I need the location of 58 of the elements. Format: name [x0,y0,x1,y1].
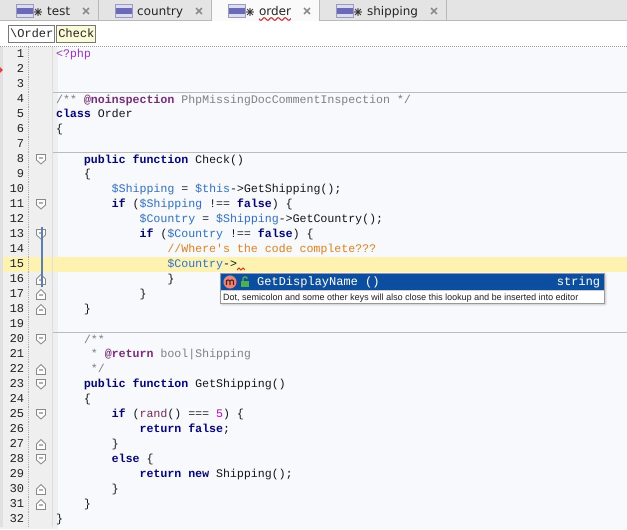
close-icon [430,6,438,14]
code-line: } [110,437,119,452]
code-line: */ [90,362,105,377]
code-line: } [166,272,174,287]
lock-icon [240,276,250,288]
php-file-icon [115,4,134,18]
file-tab[interactable]: shipping [320,0,447,21]
php-class-file-icon [16,4,43,18]
fold-start-icon[interactable] [36,199,46,210]
code-line: public function Check() [82,152,244,168]
code-line: return new Shipping(); [138,467,293,482]
file-tab[interactable]: order [212,0,320,21]
fold-end-icon[interactable] [36,484,46,495]
code-line: //Where's the code complete??? [166,242,376,257]
php-class-file-icon [336,4,363,18]
method-icon [223,275,237,289]
code-line: $Shipping = $this->GetShipping(); [110,182,342,197]
code-line: /** [82,332,105,348]
close-icon [82,6,90,14]
code-line: { [82,392,91,407]
close-icon [194,6,203,14]
file-tab[interactable]: test [0,0,100,21]
code-line: if (rand() === 5) { [110,407,244,422]
code-line: } [110,482,119,497]
close-icon [302,6,311,14]
code-line: * @return bool|Shipping [90,347,251,362]
code-line: $Country-> [166,257,237,272]
code-line: else { [110,452,154,467]
fold-end-icon[interactable] [36,439,46,450]
fold-start-icon[interactable] [36,334,46,345]
file-tab[interactable]: country [99,0,212,21]
fold-start-icon[interactable] [36,379,46,390]
code-line: $Country = $Shipping->GetCountry(); [138,212,384,227]
code-line: return false; [138,422,230,437]
lookup-hint: Dot, semicolon and some other keys will also close this lookup and be inserted into editor [221,290,604,303]
breadcrumb[interactable]: \Order [8,24,56,42]
code-line: } [82,302,91,317]
fold-end-icon[interactable] [36,289,46,300]
code-line: <?php [56,47,91,62]
fold-start-icon[interactable] [36,154,46,165]
breadcrumb[interactable]: Check [56,24,96,42]
fold-start-icon[interactable] [36,454,46,465]
fold-end-icon[interactable] [36,304,46,315]
fold-start-icon[interactable] [36,409,46,420]
code-line: { [56,122,63,137]
fold-end-icon[interactable] [36,364,46,375]
code-line: if ($Shipping !== false) { [110,197,293,212]
completion-item[interactable]: GetDisplayName () string [221,274,604,290]
code-line: } [56,512,63,527]
code-line: public function GetShipping() [82,377,286,392]
code-line: class Order [56,107,133,122]
fold-end-icon[interactable] [36,499,46,510]
code-line: { [82,167,91,182]
php-class-file-icon [228,4,255,18]
code-line: } [82,497,91,512]
code-line: } [138,287,146,302]
code-line: if ($Country !== false) { [138,227,314,242]
code-line: /** @noinspection PhpMissingDocCommentInspection */ [56,92,411,108]
